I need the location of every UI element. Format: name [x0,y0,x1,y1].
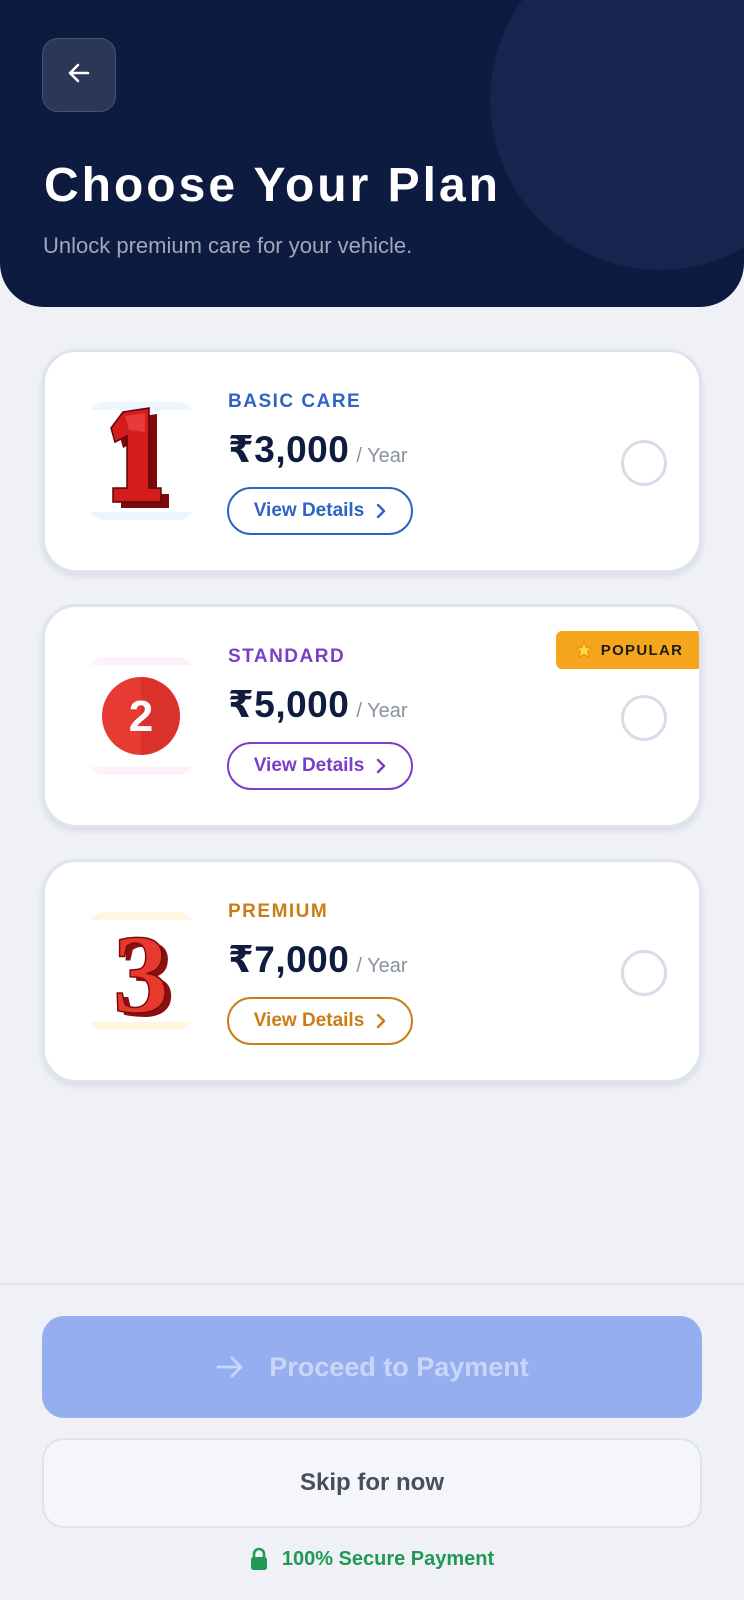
page-title: Choose Your Plan [44,159,501,212]
plan-price: ₹5,000 [228,684,350,725]
secure-payment-note: 100% Secure Payment [0,1547,744,1571]
svg-text:2: 2 [129,692,153,741]
lock-icon [250,1547,268,1571]
number-one-icon [87,402,195,520]
page-subtitle: Unlock premium care for your vehicle. [43,233,413,258]
plan-tier: BASIC CARE [228,391,362,412]
price-row: ₹3,000 / Year [228,428,408,471]
popular-badge: POPULAR [556,631,699,669]
arrow-left-icon [66,60,92,91]
price-row: ₹5,000 / Year [228,683,408,726]
plan-card-basic[interactable]: BASIC CARE ₹3,000 / Year View Details [42,349,702,573]
svg-text:3: 3 [113,913,169,1030]
price-row: ₹7,000 / Year [228,938,408,981]
skip-label: Skip for now [300,1469,444,1496]
plan-price: ₹7,000 [228,939,350,980]
header-decoration [490,0,744,270]
plan-radio[interactable] [621,440,667,486]
number-three-icon: 3 3 [87,912,195,1030]
plan-period: / Year [356,700,408,722]
proceed-to-payment-button[interactable]: Proceed to Payment [42,1316,702,1418]
popular-badge-label: POPULAR [600,641,684,659]
view-details-button[interactable]: View Details [227,487,413,535]
view-details-button[interactable]: View Details [227,997,413,1045]
secure-label: 100% Secure Payment [281,1547,495,1570]
proceed-label: Proceed to Payment [269,1351,529,1382]
plan-radio[interactable] [621,695,667,741]
chevron-right-icon [376,1013,386,1029]
footer-divider [0,1283,744,1285]
view-details-label: View Details [253,1010,365,1031]
plan-card-standard[interactable]: 2 POPULAR STANDARD ₹5,000 / Year View De… [42,604,702,828]
number-two-badge-icon: 2 [87,657,195,775]
back-button[interactable] [42,38,116,112]
arrow-right-icon [215,1354,245,1380]
plan-radio[interactable] [621,950,667,996]
chevron-right-icon [376,503,386,519]
star-icon [575,641,593,659]
plan-period: / Year [356,955,408,977]
header: Choose Your Plan Unlock premium care for… [0,0,744,307]
view-details-label: View Details [253,755,365,776]
plan-tier: STANDARD [228,646,346,667]
chevron-right-icon [376,758,386,774]
plan-period: / Year [356,445,408,467]
plan-tier: PREMIUM [228,901,329,922]
plan-price: ₹3,000 [228,429,350,470]
view-details-label: View Details [253,500,365,521]
skip-button[interactable]: Skip for now [42,1438,702,1528]
plan-card-premium[interactable]: 3 3 PREMIUM ₹7,000 / Year View Details [42,859,702,1083]
view-details-button[interactable]: View Details [227,742,413,790]
